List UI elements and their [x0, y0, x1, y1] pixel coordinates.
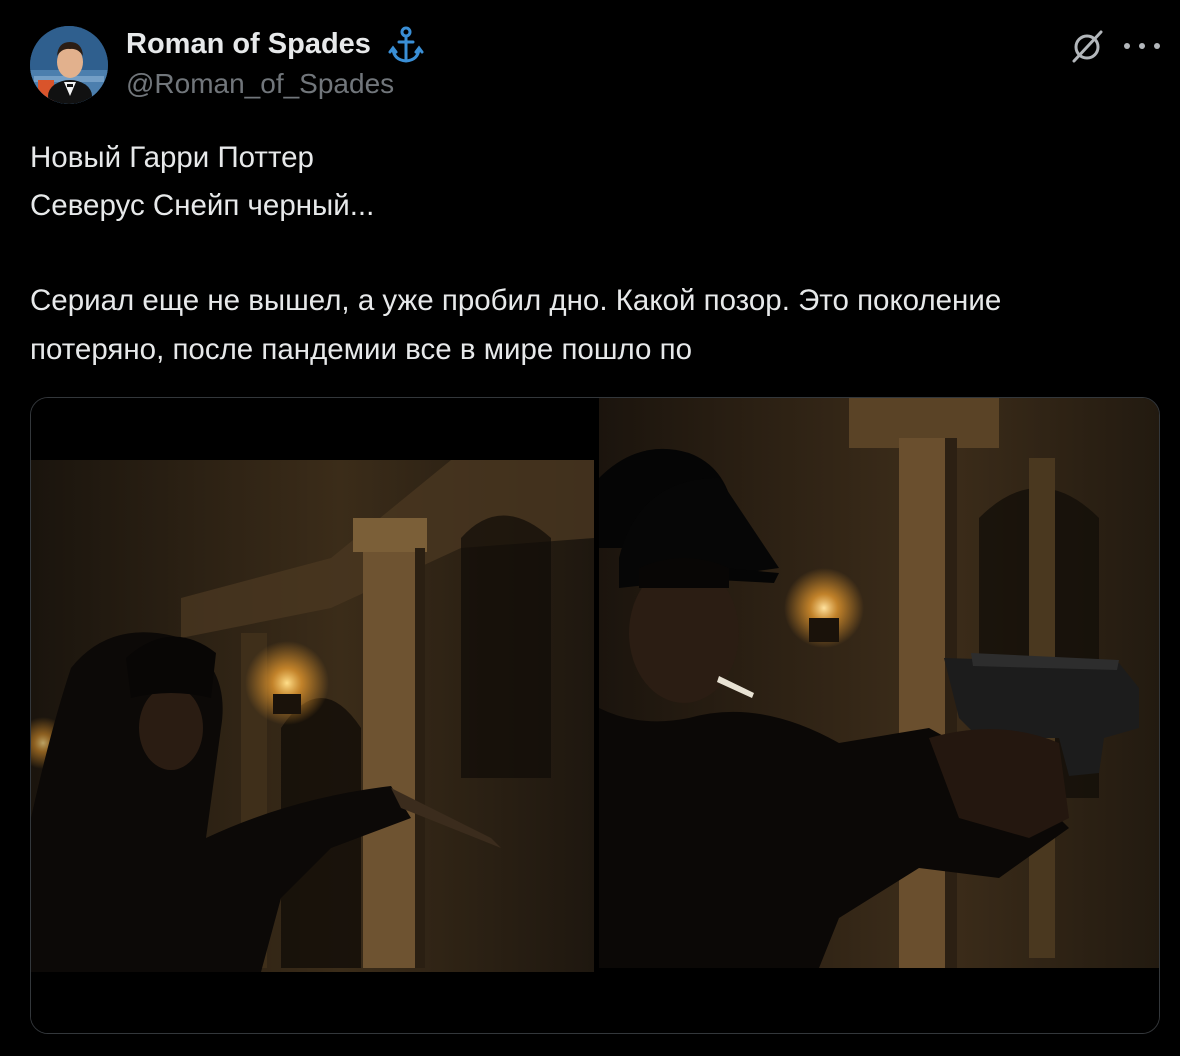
author-handle[interactable]: @Roman_of_Spades [126, 68, 394, 100]
media-image-right[interactable] [599, 398, 1159, 1033]
slashed-circle-icon[interactable] [1068, 26, 1108, 66]
anchor-icon [388, 26, 424, 63]
more-dots-icon[interactable] [1124, 26, 1160, 66]
post-text-line: Северус Снейп черный... [30, 189, 375, 222]
tweet: Roman of Spades @Roman_of_Spades Новый Г… [0, 0, 1180, 1056]
post-text-line: Сериал еще не вышел, а уже пробил дно. К… [30, 284, 1002, 317]
avatar[interactable] [30, 26, 108, 104]
media-image-left[interactable] [31, 398, 594, 1033]
post-text-line: потеряно, после пандемии все в мире пошл… [30, 333, 693, 366]
author-display-name[interactable]: Roman of Spades [126, 28, 371, 61]
post-text-line: Новый Гарри Поттер [30, 141, 314, 174]
media-card[interactable] [30, 397, 1160, 1034]
